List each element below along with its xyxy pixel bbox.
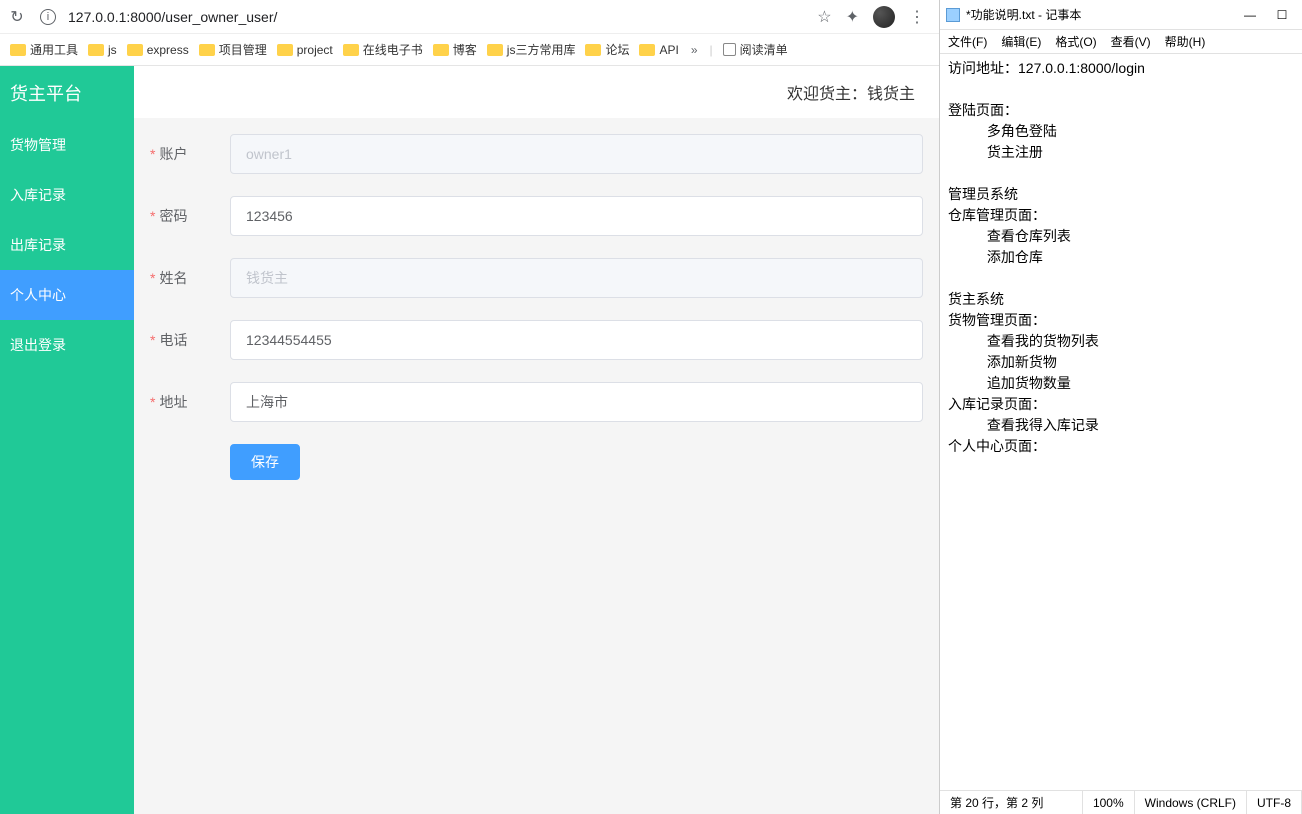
menu-help[interactable]: 帮助(H) <box>1165 33 1206 50</box>
bookmark-item[interactable]: express <box>127 43 189 57</box>
sidebar: 货主平台 货物管理 入库记录 出库记录 个人中心 退出登录 <box>0 66 134 814</box>
save-button[interactable]: 保存 <box>230 444 300 480</box>
maximize-button[interactable]: ☐ <box>1268 5 1296 25</box>
profile-form: *账户 *密码 *姓名 *电话 *地址 <box>134 118 939 496</box>
bookmarks-bar: 通用工具 js express 项目管理 project 在线电子书 博客 js… <box>0 34 939 66</box>
notepad-titlebar: *功能说明.txt - 记事本 — ☐ <box>940 0 1302 30</box>
status-zoom: 100% <box>1083 791 1135 814</box>
folder-icon <box>487 44 503 56</box>
browser-menu-icon[interactable]: ⋮ <box>909 7 925 27</box>
bookmark-item[interactable]: 在线电子书 <box>343 41 423 58</box>
bookmark-item[interactable]: 项目管理 <box>199 41 267 58</box>
browser-window: ↻ i 127.0.0.1:8000/user_owner_user/ ☆ ✦ … <box>0 0 940 814</box>
notepad-icon <box>946 8 960 22</box>
site-info-icon[interactable]: i <box>40 9 56 25</box>
sidebar-item-inbound[interactable]: 入库记录 <box>0 170 134 220</box>
reading-list-button[interactable]: 阅读清单 <box>723 41 788 58</box>
name-input <box>230 258 923 298</box>
status-position: 第 20 行，第 2 列 <box>940 791 1083 814</box>
list-icon <box>723 43 736 56</box>
content-area: 欢迎货主：钱货主 *账户 *密码 *姓名 *电话 <box>134 66 939 814</box>
address-bar: ↻ i 127.0.0.1:8000/user_owner_user/ ☆ ✦ … <box>0 0 939 34</box>
status-encoding: UTF-8 <box>1247 791 1302 814</box>
bookmark-item[interactable]: 论坛 <box>585 41 629 58</box>
password-label: *密码 <box>150 206 230 226</box>
folder-icon <box>343 44 359 56</box>
notepad-window: *功能说明.txt - 记事本 — ☐ 文件(F) 编辑(E) 格式(O) 查看… <box>940 0 1302 814</box>
menu-format[interactable]: 格式(O) <box>1055 33 1096 50</box>
notepad-menubar: 文件(F) 编辑(E) 格式(O) 查看(V) 帮助(H) <box>940 30 1302 54</box>
bookmarks-overflow-icon[interactable]: » <box>691 43 698 57</box>
bookmark-item[interactable]: 通用工具 <box>10 41 78 58</box>
status-eol: Windows (CRLF) <box>1135 791 1247 814</box>
bookmark-item[interactable]: project <box>277 43 333 57</box>
folder-icon <box>127 44 143 56</box>
notepad-title-text: *功能说明.txt - 记事本 <box>966 6 1081 23</box>
bookmark-star-icon[interactable]: ☆ <box>817 7 831 27</box>
notepad-text-area[interactable]: 访问地址：127.0.0.1:8000/login 登陆页面： 多角色登陆 货主… <box>940 54 1302 790</box>
account-label: *账户 <box>150 144 230 164</box>
bookmark-item[interactable]: js三方常用库 <box>487 41 576 58</box>
welcome-text: 欢迎货主：钱货主 <box>134 66 939 118</box>
bookmark-item[interactable]: 博客 <box>433 41 477 58</box>
folder-icon <box>639 44 655 56</box>
sidebar-item-profile[interactable]: 个人中心 <box>0 270 134 320</box>
bookmark-item[interactable]: API <box>639 43 678 57</box>
account-input <box>230 134 923 174</box>
sidebar-item-logout[interactable]: 退出登录 <box>0 320 134 370</box>
address-label: *地址 <box>150 392 230 412</box>
menu-edit[interactable]: 编辑(E) <box>1001 33 1041 50</box>
folder-icon <box>199 44 215 56</box>
brand-title: 货主平台 <box>0 66 134 120</box>
url-field[interactable]: 127.0.0.1:8000/user_owner_user/ <box>64 9 809 25</box>
name-label: *姓名 <box>150 268 230 288</box>
folder-icon <box>585 44 601 56</box>
folder-icon <box>433 44 449 56</box>
sidebar-item-outbound[interactable]: 出库记录 <box>0 220 134 270</box>
sidebar-item-goods[interactable]: 货物管理 <box>0 120 134 170</box>
menu-file[interactable]: 文件(F) <box>948 33 987 50</box>
password-input[interactable] <box>230 196 923 236</box>
minimize-button[interactable]: — <box>1236 5 1264 25</box>
phone-label: *电话 <box>150 330 230 350</box>
profile-avatar[interactable] <box>873 6 895 28</box>
bookmark-item[interactable]: js <box>88 43 117 57</box>
folder-icon <box>277 44 293 56</box>
address-input[interactable] <box>230 382 923 422</box>
extensions-icon[interactable]: ✦ <box>846 7 859 27</box>
notepad-statusbar: 第 20 行，第 2 列 100% Windows (CRLF) UTF-8 <box>940 790 1302 814</box>
phone-input[interactable] <box>230 320 923 360</box>
folder-icon <box>88 44 104 56</box>
folder-icon <box>10 44 26 56</box>
menu-view[interactable]: 查看(V) <box>1111 33 1151 50</box>
page-body: 货主平台 货物管理 入库记录 出库记录 个人中心 退出登录 欢迎货主：钱货主 *… <box>0 66 939 814</box>
reload-icon[interactable]: ↻ <box>8 7 26 27</box>
